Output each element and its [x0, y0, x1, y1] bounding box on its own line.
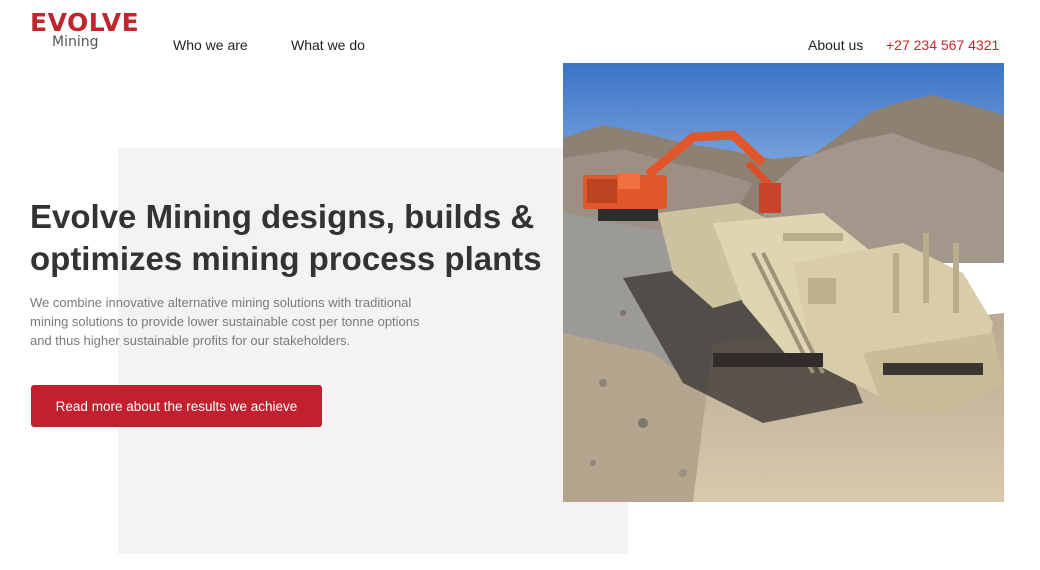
hero-title-line-1: Evolve Mining designs, builds & [30, 198, 535, 235]
phone-link[interactable]: +27 234 567 4321 [886, 37, 999, 53]
logo[interactable]: EVOLVE Mining [30, 10, 139, 52]
nav-link-who-we-are[interactable]: Who we are [173, 37, 248, 53]
hero-title: Evolve Mining designs, builds & optimize… [30, 196, 550, 280]
logo-subtitle: Mining [52, 34, 99, 50]
hero-description: We combine innovative alternative mining… [30, 295, 420, 348]
read-more-results-button[interactable]: Read more about the results we achieve [31, 385, 322, 427]
nav-link-what-we-do[interactable]: What we do [291, 37, 365, 53]
logo-wordmark: EVOLVE [30, 8, 140, 37]
hero-mining-photo [563, 63, 1004, 502]
hero-title-line-2: optimizes mining process plants [30, 240, 542, 277]
nav-link-about-us[interactable]: About us [808, 37, 863, 53]
